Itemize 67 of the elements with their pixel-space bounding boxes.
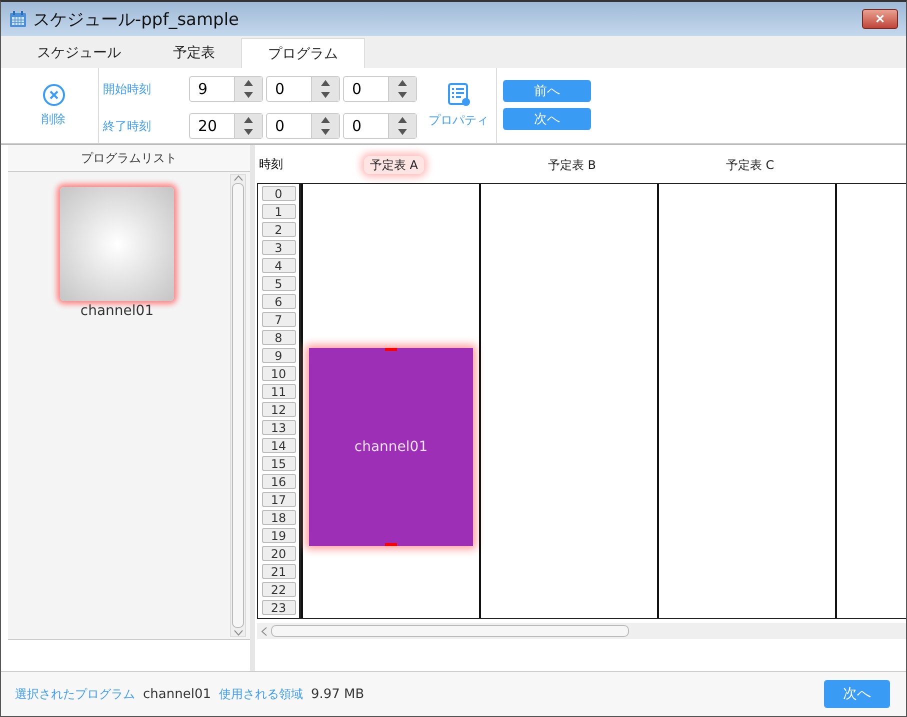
hour-label: 22 <box>262 582 296 597</box>
up-triangle-icon[interactable] <box>321 80 330 86</box>
up-triangle-icon[interactable] <box>244 80 253 86</box>
program-name: channel01 <box>80 303 154 319</box>
hour-label: 13 <box>262 420 296 435</box>
up-triangle-icon[interactable] <box>398 117 407 123</box>
horizontal-scrollbar[interactable] <box>257 623 906 639</box>
calendar-icon <box>9 10 27 28</box>
hour-label: 0 <box>262 186 296 201</box>
hour-label: 20 <box>262 546 296 561</box>
end-time-label: 終了時刻 <box>103 118 152 134</box>
used-space-label: 使用される領域 <box>218 686 303 702</box>
used-space-value: 9.97 MB <box>310 686 364 702</box>
tab[interactable]: 予定表 <box>147 38 241 68</box>
hour-label: 6 <box>262 294 296 309</box>
spinner-field[interactable]: 0 <box>343 76 417 102</box>
spinner-field[interactable]: 9 <box>189 76 263 102</box>
column-header: 予定表 C <box>724 157 776 174</box>
hour-label: 8 <box>262 330 296 345</box>
down-triangle-icon[interactable] <box>398 129 407 135</box>
list-icon <box>446 82 472 108</box>
hour-label: 1 <box>262 204 296 219</box>
up-chevron-icon[interactable] <box>234 175 242 181</box>
column-header: 予定表 A <box>364 156 424 174</box>
up-triangle-icon[interactable] <box>321 117 330 123</box>
hour-label: 4 <box>262 258 296 273</box>
left-chevron-icon[interactable] <box>261 626 267 636</box>
column-header: 予定表 B <box>546 157 598 174</box>
hour-label: 12 <box>262 402 296 417</box>
selected-program-label: 選択されたプログラム <box>15 686 135 702</box>
hour-label: 7 <box>262 312 296 327</box>
up-triangle-icon[interactable] <box>244 117 253 123</box>
spinner-field[interactable]: 0 <box>266 76 340 102</box>
program-block[interactable]: channel01 <box>309 348 473 546</box>
hour-label: 14 <box>262 438 296 453</box>
down-chevron-icon[interactable] <box>234 630 242 636</box>
down-triangle-icon[interactable] <box>321 92 330 98</box>
hour-label: 17 <box>262 492 296 507</box>
hour-label: 9 <box>262 348 296 363</box>
hour-label: 5 <box>262 276 296 291</box>
down-triangle-icon[interactable] <box>398 92 407 98</box>
hour-label: 21 <box>262 564 296 579</box>
hour-label: 15 <box>262 456 296 471</box>
spinner-field[interactable]: 0 <box>266 113 340 139</box>
hour-label: 16 <box>262 474 296 489</box>
hour-label: 18 <box>262 510 296 525</box>
hour-label: 19 <box>262 528 296 543</box>
hour-label: 10 <box>262 366 296 381</box>
spinner-field[interactable]: 20 <box>189 113 263 139</box>
hour-label: 2 <box>262 222 296 237</box>
close-circle-icon <box>42 83 66 107</box>
down-triangle-icon[interactable] <box>321 129 330 135</box>
hour-label: 23 <box>262 600 296 615</box>
hour-label: 11 <box>262 384 296 399</box>
tab[interactable]: スケジュール <box>11 38 147 68</box>
spinner-field[interactable]: 0 <box>343 113 417 139</box>
up-triangle-icon[interactable] <box>398 80 407 86</box>
tab[interactable]: プログラム <box>241 38 365 68</box>
down-triangle-icon[interactable] <box>244 92 253 98</box>
start-time-label: 開始時刻 <box>103 80 152 98</box>
vertical-scrollbar[interactable] <box>230 174 246 637</box>
window-title: スケジュール-ppf_sample <box>33 8 240 30</box>
hour-label: 3 <box>262 240 296 255</box>
time-header: 時刻 <box>258 156 284 172</box>
down-triangle-icon[interactable] <box>244 129 253 135</box>
selected-program-value: channel01 <box>143 686 211 702</box>
program-thumbnail[interactable] <box>60 187 174 301</box>
